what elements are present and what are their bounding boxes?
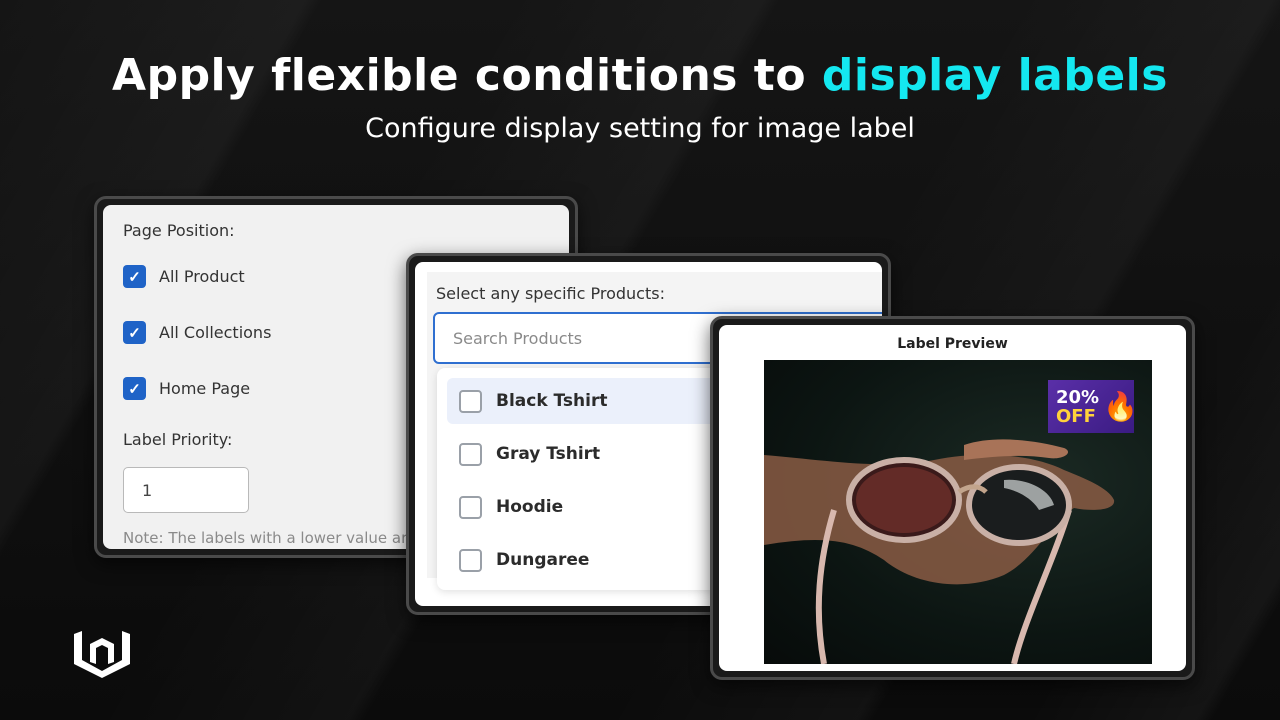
hero-title-accent: display labels (821, 50, 1168, 101)
fire-icon: 🔥 (1103, 391, 1138, 422)
option-all-collections[interactable]: ✓ All Collections (123, 321, 271, 344)
label-priority-input[interactable]: 1 (123, 467, 249, 513)
option-label: Home Page (159, 379, 251, 398)
hero-subtitle: Configure display setting for image labe… (365, 113, 915, 144)
product-label: Hoodie (496, 497, 564, 517)
badge-off: OFF (1056, 405, 1096, 427)
product-label: Gray Tshirt (496, 444, 601, 464)
option-home-page[interactable]: ✓ Home Page (123, 377, 250, 400)
badge-percent: 20% (1056, 386, 1100, 408)
label-preview-title: Label Preview (897, 336, 1008, 352)
hero-title: Apply flexible conditions to display lab… (0, 50, 1280, 101)
checkbox-unchecked-icon[interactable] (459, 495, 482, 519)
discount-badge: 20% OFF 🔥 (1048, 380, 1138, 433)
product-label: Dungaree (496, 550, 590, 570)
brand-logo-icon (74, 631, 130, 678)
option-label: All Product (159, 267, 245, 286)
checkbox-unchecked-icon[interactable] (459, 442, 482, 466)
checkbox-checked-icon[interactable]: ✓ (123, 321, 146, 344)
option-all-product[interactable]: ✓ All Product (123, 265, 245, 288)
checkbox-checked-icon[interactable]: ✓ (123, 265, 146, 288)
checkbox-unchecked-icon[interactable] (459, 548, 482, 572)
page-position-heading: Page Position: (123, 221, 235, 240)
checkbox-unchecked-icon[interactable] (459, 389, 482, 413)
product-select-heading: Select any specific Products: (436, 284, 665, 303)
priority-note: Note: The labels with a lower value ar (123, 529, 408, 547)
option-label: All Collections (159, 323, 272, 342)
hero-title-main: Apply flexible conditions to (112, 50, 822, 101)
product-label: Black Tshirt (496, 391, 608, 411)
label-priority-heading: Label Priority: (123, 430, 233, 449)
product-preview-image: 20% OFF 🔥 (764, 360, 1152, 664)
checkbox-checked-icon[interactable]: ✓ (123, 377, 146, 400)
label-preview-panel: Label Preview 20% OFF 🔥 (710, 316, 1195, 680)
